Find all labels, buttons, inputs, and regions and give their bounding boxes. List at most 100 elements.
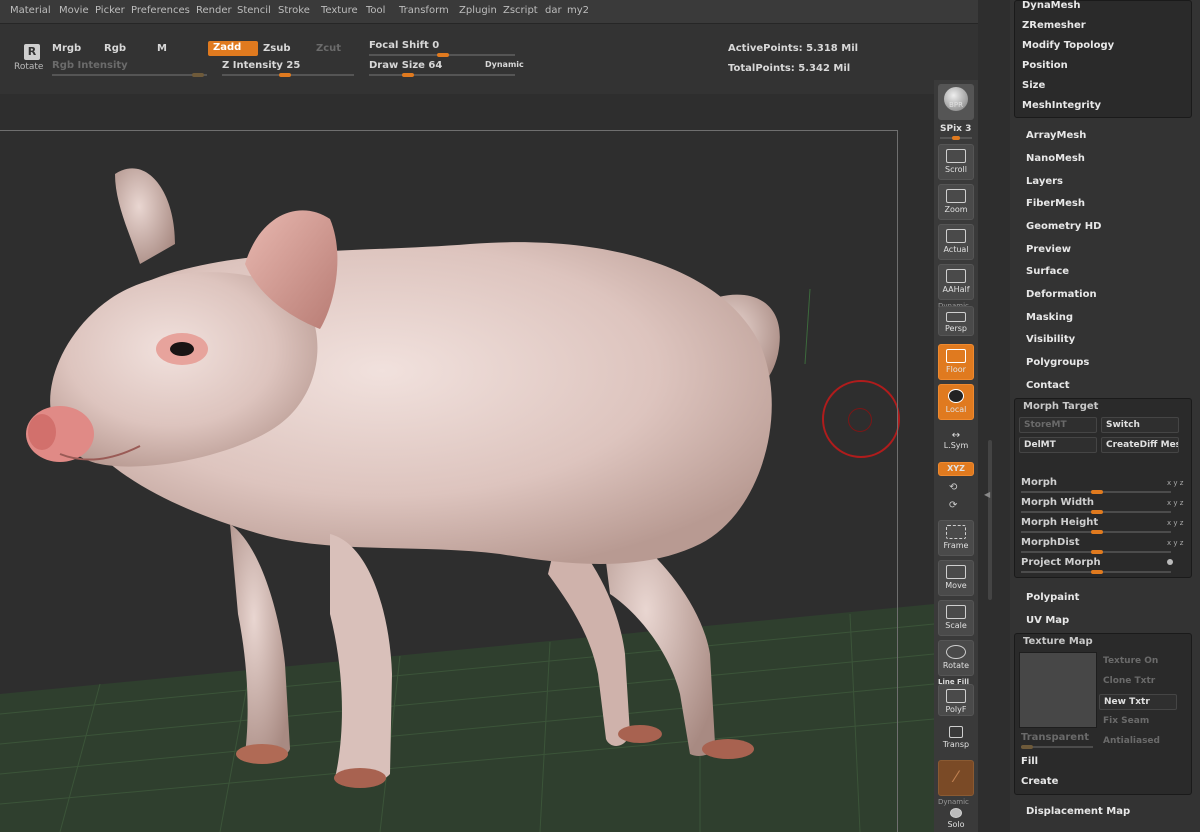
spix-slider[interactable] bbox=[940, 136, 972, 140]
morphdist-xyz-icon[interactable]: x y z bbox=[1167, 539, 1183, 547]
zcut-button[interactable]: Zcut bbox=[316, 43, 341, 54]
create-button[interactable]: Create bbox=[1021, 776, 1058, 787]
menu-stroke[interactable]: Stroke bbox=[278, 5, 310, 16]
menu-tool[interactable]: Tool bbox=[366, 5, 385, 16]
morph-height-xyz-icon[interactable]: x y z bbox=[1167, 519, 1183, 527]
deformation-item[interactable]: Deformation bbox=[1026, 289, 1097, 300]
nanomesh-item[interactable]: NanoMesh bbox=[1026, 153, 1085, 164]
position-item[interactable]: Position bbox=[1022, 60, 1068, 71]
floor-button[interactable]: Floor bbox=[938, 344, 974, 380]
texture-on-button[interactable]: Texture On bbox=[1099, 654, 1177, 670]
zoom-button[interactable]: Zoom bbox=[938, 184, 974, 220]
project-morph-slider-label[interactable]: Project Morph bbox=[1021, 557, 1171, 568]
masking-item[interactable]: Masking bbox=[1026, 312, 1073, 323]
new-txtr-button[interactable]: New Txtr bbox=[1099, 694, 1177, 710]
morph-width-slider[interactable] bbox=[1021, 510, 1171, 514]
arraymesh-item[interactable]: ArrayMesh bbox=[1026, 130, 1086, 141]
menu-transform[interactable]: Transform bbox=[399, 5, 449, 16]
menu-my2[interactable]: my2 bbox=[567, 5, 589, 16]
collapse-arrow-icon[interactable]: ◀ bbox=[984, 490, 990, 499]
morph-slider-label[interactable]: Morph bbox=[1021, 477, 1171, 488]
morph-target-title[interactable]: Morph Target bbox=[1023, 401, 1098, 412]
canvas-viewport[interactable] bbox=[0, 94, 934, 832]
lsym-button[interactable]: ↔ L.Sym bbox=[938, 430, 974, 456]
fibermesh-item[interactable]: FiberMesh bbox=[1026, 198, 1085, 209]
persp-button[interactable]: Persp bbox=[938, 306, 974, 336]
local-button[interactable]: Local bbox=[938, 384, 974, 420]
zsub-button[interactable]: Zsub bbox=[263, 43, 290, 54]
move-button[interactable]: Move bbox=[938, 560, 974, 596]
morph-slider[interactable] bbox=[1021, 490, 1171, 494]
polyf-button[interactable]: PolyF bbox=[938, 684, 974, 716]
geometry-hd-item[interactable]: Geometry HD bbox=[1026, 221, 1101, 232]
draw-size-label[interactable]: Draw Size 64 bbox=[369, 60, 442, 71]
rotate-z-icon[interactable]: ⟳ bbox=[949, 500, 957, 511]
rotate-button[interactable]: Rotate bbox=[938, 640, 974, 676]
menu-render[interactable]: Render bbox=[196, 5, 232, 16]
spix-label[interactable]: SPix 3 bbox=[940, 124, 971, 134]
antialiased-button[interactable]: Antialiased bbox=[1099, 734, 1177, 750]
panel-scrollbar[interactable] bbox=[988, 440, 992, 600]
polygroups-item[interactable]: Polygroups bbox=[1026, 357, 1089, 368]
menu-zplugin[interactable]: Zplugin bbox=[459, 5, 497, 16]
project-morph-slider[interactable] bbox=[1021, 570, 1171, 574]
texture-map-title[interactable]: Texture Map bbox=[1023, 636, 1093, 647]
actual-button[interactable]: Actual bbox=[938, 224, 974, 260]
focal-shift-label[interactable]: Focal Shift 0 bbox=[369, 40, 439, 51]
project-morph-toggle[interactable] bbox=[1167, 559, 1173, 565]
z-intensity-slider[interactable] bbox=[222, 73, 354, 77]
m-button[interactable]: M bbox=[157, 43, 167, 54]
zadd-button[interactable]: Zadd bbox=[208, 41, 258, 56]
frame-button[interactable]: Frame bbox=[938, 520, 974, 556]
menu-texture[interactable]: Texture bbox=[321, 5, 358, 16]
menu-stencil[interactable]: Stencil bbox=[237, 5, 271, 16]
morph-height-slider[interactable] bbox=[1021, 530, 1171, 534]
menu-preferences[interactable]: Preferences bbox=[131, 5, 190, 16]
zremesher-item[interactable]: ZRemesher bbox=[1022, 20, 1086, 31]
menu-dar[interactable]: dar bbox=[545, 5, 562, 16]
morphdist-slider-label[interactable]: MorphDist bbox=[1021, 537, 1171, 548]
dynamesh-item[interactable]: DynaMesh bbox=[1022, 0, 1081, 11]
creatediff-mesh-button[interactable]: CreateDiff Mesh bbox=[1101, 437, 1179, 453]
menu-zscript[interactable]: Zscript bbox=[503, 5, 538, 16]
morph-xyz-icon[interactable]: x y z bbox=[1167, 479, 1183, 487]
meshintegrity-item[interactable]: MeshIntegrity bbox=[1022, 100, 1101, 111]
xyz-button[interactable]: XYZ bbox=[938, 462, 974, 476]
morphdist-slider[interactable] bbox=[1021, 550, 1171, 554]
menu-movie[interactable]: Movie bbox=[59, 5, 89, 16]
preview-item[interactable]: Preview bbox=[1026, 244, 1071, 255]
morph-width-slider-label[interactable]: Morph Width bbox=[1021, 497, 1171, 508]
morph-width-xyz-icon[interactable]: x y z bbox=[1167, 499, 1183, 507]
focal-shift-slider[interactable] bbox=[369, 53, 515, 57]
menu-material[interactable]: Material bbox=[10, 5, 51, 16]
transparent-slider[interactable] bbox=[1021, 745, 1093, 749]
contact-item[interactable]: Contact bbox=[1026, 380, 1070, 391]
menu-picker[interactable]: Picker bbox=[95, 5, 125, 16]
rotate-y-icon[interactable]: ⟲ bbox=[949, 482, 957, 493]
transparent-slider-label[interactable]: Transparent bbox=[1021, 732, 1101, 743]
surface-item[interactable]: Surface bbox=[1026, 266, 1069, 277]
switch-button[interactable]: Switch bbox=[1101, 417, 1179, 433]
clone-txtr-button[interactable]: Clone Txtr bbox=[1099, 674, 1177, 690]
delmt-button[interactable]: DelMT bbox=[1019, 437, 1097, 453]
fix-seam-button[interactable]: Fix Seam bbox=[1099, 714, 1177, 730]
rgb-intensity-slider-label[interactable]: Rgb Intensity bbox=[52, 60, 128, 71]
transp-button[interactable]: Transp bbox=[938, 722, 974, 758]
texture-thumbnail[interactable] bbox=[1019, 652, 1097, 728]
polypaint-item[interactable]: Polypaint bbox=[1026, 592, 1079, 603]
rgb-intensity-slider[interactable] bbox=[52, 73, 207, 77]
scroll-button[interactable]: Scroll bbox=[938, 144, 974, 180]
aahalf-button[interactable]: AAHalf bbox=[938, 264, 974, 300]
modify-topology-item[interactable]: Modify Topology bbox=[1022, 40, 1114, 51]
morph-height-slider-label[interactable]: Morph Height bbox=[1021, 517, 1171, 528]
visibility-item[interactable]: Visibility bbox=[1026, 334, 1075, 345]
rotate-icon[interactable]: R bbox=[24, 44, 40, 60]
uv-map-item[interactable]: UV Map bbox=[1026, 615, 1069, 626]
fill-button[interactable]: Fill bbox=[1021, 756, 1038, 767]
rgb-button[interactable]: Rgb bbox=[104, 43, 126, 54]
mrgb-button[interactable]: Mrgb bbox=[52, 43, 81, 54]
z-intensity-label[interactable]: Z Intensity 25 bbox=[222, 60, 300, 71]
storemt-button[interactable]: StoreMT bbox=[1019, 417, 1097, 433]
solo-button[interactable]: Solo bbox=[938, 804, 974, 832]
draw-size-slider[interactable] bbox=[369, 73, 515, 77]
